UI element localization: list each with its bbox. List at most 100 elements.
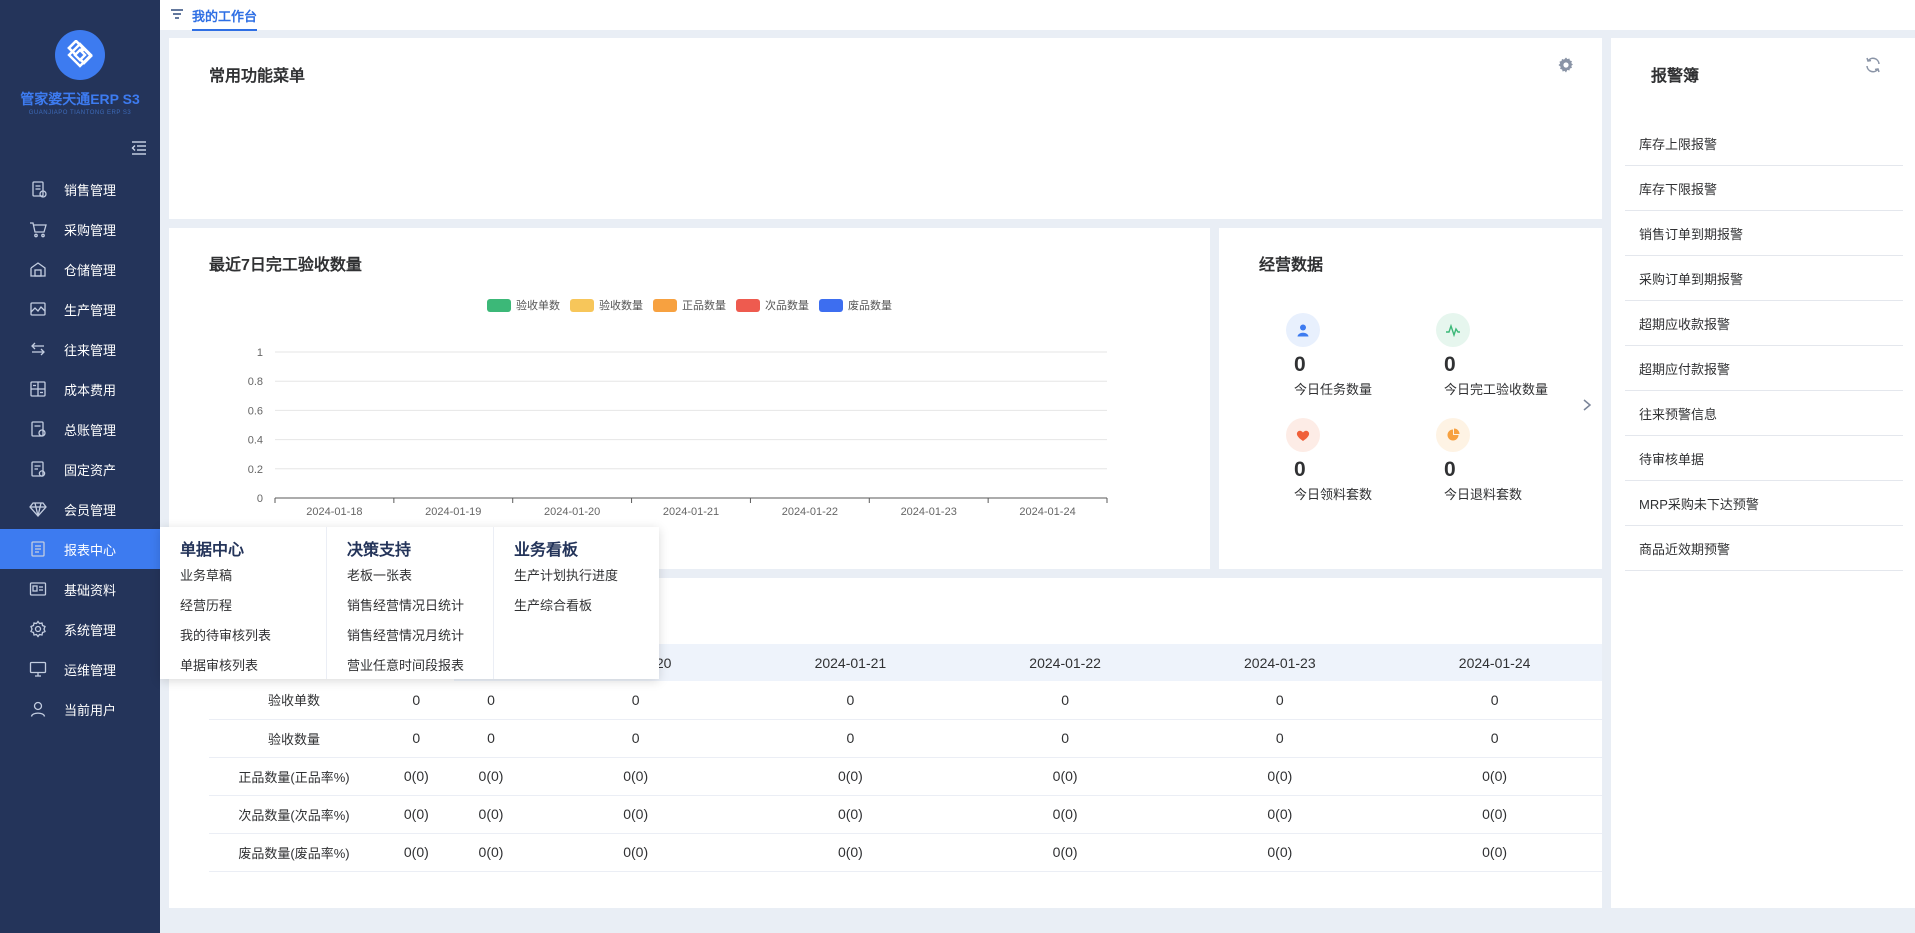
sidebar-item-label: 当前用户 — [64, 702, 117, 718]
sidebar-item-4[interactable]: 往来管理 — [0, 329, 160, 369]
table-cell: 0(0) — [1387, 795, 1602, 834]
table-cell: 0(0) — [379, 757, 454, 796]
x-tick-label: 2024-01-20 — [544, 506, 600, 518]
table-row: 正品数量(正品率%) 0(0) 0(0) 0(0) 0(0) 0(0) 0(0) 0(0) — [209, 757, 1602, 796]
sidebar-item-label: 固定资产 — [64, 462, 117, 478]
sidebar-item-9[interactable]: 报表中心 — [0, 529, 160, 569]
receipt-icon — [28, 179, 48, 199]
table-cell: 0(0) — [743, 757, 958, 796]
table-cell: 0(0) — [528, 757, 744, 796]
tab-workbench[interactable]: 我的工作台 — [192, 6, 258, 31]
alarm-item[interactable]: 超期应收款报警 — [1625, 301, 1903, 346]
sidebar-item-5[interactable]: 成本费用 — [0, 369, 160, 409]
table-cell: 0 — [1387, 719, 1602, 758]
table-cell: 0 — [743, 719, 958, 758]
table-cell: 0(0) — [528, 795, 744, 834]
sidebar-item-2[interactable]: 仓储管理 — [0, 249, 160, 289]
collapse-menu-icon[interactable] — [130, 139, 148, 157]
logo-icon — [55, 30, 105, 80]
alarm-item[interactable]: 待审核单据 — [1625, 436, 1903, 481]
chevron-right-icon[interactable] — [1581, 398, 1593, 417]
alarm-item[interactable]: 采购订单到期报警 — [1625, 256, 1903, 301]
refresh-icon[interactable] — [1864, 56, 1882, 79]
stat-label: 今日退料套数 — [1444, 487, 1523, 502]
user-icon — [1286, 313, 1320, 347]
y-tick-label: 1 — [257, 347, 263, 359]
sidebar-item-3[interactable]: 生产管理 — [0, 289, 160, 329]
warehouse-icon — [28, 259, 48, 279]
alarm-item[interactable]: 销售订单到期报警 — [1625, 211, 1903, 256]
table-row: 次品数量(次品率%) 0(0) 0(0) 0(0) 0(0) 0(0) 0(0) 0(0) — [209, 795, 1602, 834]
sidebar-item-7[interactable]: 固定资产 — [0, 449, 160, 489]
x-tick-label: 2024-01-23 — [901, 506, 957, 518]
x-tick-label: 2024-01-24 — [1019, 506, 1075, 518]
table-cell: 0(0) — [1387, 833, 1602, 872]
app-title: 管家婆天通ERP S3 — [20, 91, 140, 107]
ops-data-panel: 经营数据 0 今日任务数量 0 今日完工验收数量 0 今日领料套数 0 今日退料套数 — [1219, 228, 1602, 569]
stat-value: 0 — [1444, 353, 1456, 376]
stat-card[interactable]: 0 今日任务数量 — [1286, 313, 1372, 398]
table-cell: 0 — [1387, 681, 1602, 720]
row-label: 次品数量(次品率%) — [209, 795, 379, 834]
alarm-item[interactable]: 库存上限报警 — [1625, 121, 1903, 166]
sidebar-item-0[interactable]: 销售管理 — [0, 169, 160, 209]
alarm-item[interactable]: MRP采购未下达预警 — [1625, 481, 1903, 526]
row-label: 正品数量(正品率%) — [209, 757, 379, 796]
dropdown-column: 决策支持 老板一张表 销售经营情况日统计 销售经营情况月统计 营业任意时间段报表 — [326, 527, 493, 679]
x-tick-label: 2024-01-22 — [782, 506, 838, 518]
sidebar-item-12[interactable]: 运维管理 — [0, 649, 160, 689]
monitor-icon — [28, 659, 48, 679]
dropdown-link[interactable]: 销售经营情况日统计 — [347, 595, 464, 614]
stat-value: 0 — [1294, 458, 1306, 481]
x-tick-label: 2024-01-19 — [425, 506, 481, 518]
common-menu-title: 常用功能菜单 — [209, 68, 306, 85]
alarm-item[interactable]: 商品近效期预警 — [1625, 526, 1903, 571]
table-cell: 0 — [957, 681, 1173, 720]
dropdown-link[interactable]: 单据审核列表 — [180, 655, 258, 674]
stat-card[interactable]: 0 今日领料套数 — [1286, 418, 1372, 503]
stat-card[interactable]: 0 今日退料套数 — [1436, 418, 1522, 503]
user-icon — [28, 699, 48, 719]
sidebar-item-label: 仓储管理 — [64, 262, 117, 278]
dropdown-link[interactable]: 销售经营情况月统计 — [347, 625, 464, 644]
table-header-cell: 2024-01-21 — [743, 644, 958, 681]
alarm-item[interactable]: 往来预警信息 — [1625, 391, 1903, 436]
sidebar-item-label: 运维管理 — [64, 662, 117, 678]
dropdown-link[interactable]: 我的待审核列表 — [180, 625, 271, 644]
asset-icon — [28, 459, 48, 479]
dropdown-link[interactable]: 生产计划执行进度 — [514, 565, 618, 584]
sidebar-item-13[interactable]: 当前用户 — [0, 689, 160, 729]
sidebar-item-6[interactable]: 总账管理 — [0, 409, 160, 449]
dropdown-link[interactable]: 业务草稿 — [180, 565, 232, 584]
sidebar-item-label: 往来管理 — [64, 342, 117, 358]
table-cell: 0(0) — [743, 833, 958, 872]
calculator-icon — [28, 379, 48, 399]
heart-icon — [1286, 418, 1320, 452]
table-cell: 0 — [379, 719, 454, 758]
dropdown-link[interactable]: 老板一张表 — [347, 565, 412, 584]
settings-gear-icon[interactable] — [1557, 56, 1575, 79]
alarm-item[interactable]: 超期应付款报警 — [1625, 346, 1903, 391]
menu-filter-icon[interactable] — [170, 8, 184, 27]
dropdown-link[interactable]: 生产综合看板 — [514, 595, 592, 614]
stat-card[interactable]: 0 今日完工验收数量 — [1436, 313, 1548, 398]
sidebar-item-10[interactable]: 基础资料 — [0, 569, 160, 609]
factory-icon — [28, 299, 48, 319]
sidebar-item-1[interactable]: 采购管理 — [0, 209, 160, 249]
dropdown-link[interactable]: 营业任意时间段报表 — [347, 655, 464, 674]
cart-icon — [28, 219, 48, 239]
table-cell: 0 — [453, 681, 529, 720]
sidebar-item-8[interactable]: 会员管理 — [0, 489, 160, 529]
sidebar-item-label: 成本费用 — [64, 382, 117, 398]
table-header-cell: 2024-01-24 — [1387, 644, 1602, 681]
table-cell: 0(0) — [453, 833, 529, 872]
alarm-item[interactable]: 库存下限报警 — [1625, 166, 1903, 211]
sidebar-item-11[interactable]: 系统管理 — [0, 609, 160, 649]
table-cell: 0(0) — [379, 795, 454, 834]
table-cell: 0(0) — [1387, 757, 1602, 796]
table-cell: 0(0) — [453, 757, 529, 796]
ledger-icon — [28, 419, 48, 439]
table-cell: 0(0) — [379, 833, 454, 872]
dropdown-link[interactable]: 经营历程 — [180, 595, 232, 614]
table-cell: 0 — [1172, 681, 1388, 720]
